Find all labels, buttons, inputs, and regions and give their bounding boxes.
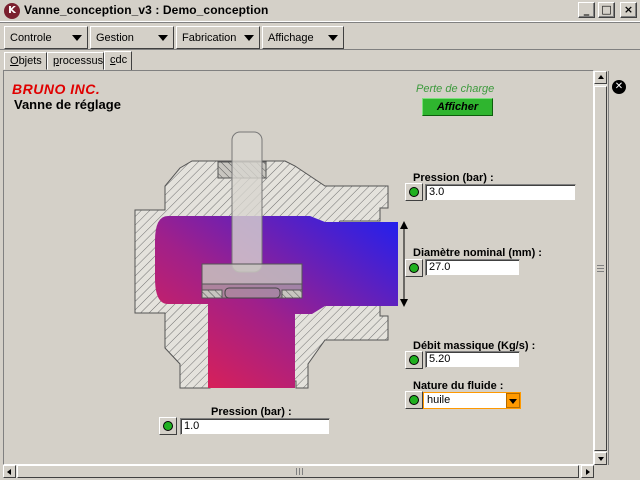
arrow-up-icon: [597, 75, 604, 79]
menu-controle[interactable]: Controle: [4, 26, 88, 49]
debit-status[interactable]: [405, 351, 423, 369]
chevron-down-icon: [328, 35, 338, 41]
pression-out-input[interactable]: 3.0: [425, 184, 576, 201]
maximize-button[interactable]: □: [598, 2, 615, 18]
valve-diagram: [134, 131, 408, 389]
scroll-up-button[interactable]: [594, 71, 607, 84]
tab-processus[interactable]: processus: [47, 52, 104, 70]
chevron-down-icon: [158, 35, 168, 41]
status-dot-icon: [409, 355, 419, 365]
perte-de-charge-label: Perte de charge: [416, 83, 495, 95]
menu-fabrication[interactable]: Fabrication: [176, 26, 260, 49]
scroll-down-button[interactable]: [594, 452, 607, 465]
horizontal-scrollbar[interactable]: [3, 465, 594, 478]
status-dot-icon: [409, 263, 419, 273]
status-dot-icon: [163, 421, 173, 431]
afficher-button[interactable]: Afficher: [422, 98, 493, 116]
window-title: Vanne_conception_v3 : Demo_conception: [24, 3, 269, 17]
arrow-left-icon: [7, 469, 11, 475]
minimize-icon: _: [583, 3, 590, 16]
status-dot-icon: [409, 395, 419, 405]
diametre-label: Diamètre nominal (mm) :: [413, 247, 542, 259]
arrow-down-icon: [597, 457, 604, 461]
diametre-input[interactable]: 27.0: [425, 259, 520, 276]
pression-out-label: Pression (bar) :: [413, 172, 494, 184]
diametre-status[interactable]: [405, 259, 423, 277]
menu-fabrication-label: Fabrication: [182, 32, 237, 44]
close-icon: ×: [623, 3, 634, 16]
tab-objets-label: bjets: [18, 55, 42, 67]
app-icon: K: [4, 3, 20, 19]
vertical-scrollbar[interactable]: [594, 71, 607, 465]
tab-processus-label: rocessus: [59, 55, 104, 67]
menu-controle-label: Controle: [10, 32, 52, 44]
fluide-label: Nature du fluide :: [413, 380, 504, 392]
menu-gestion-label: Gestion: [96, 32, 134, 44]
tab-objets[interactable]: Objets: [4, 52, 47, 70]
pression-in-label: Pression (bar) :: [211, 406, 292, 418]
pression-out-status[interactable]: [405, 183, 423, 201]
pression-in-input[interactable]: 1.0: [180, 418, 330, 435]
fluide-status[interactable]: [405, 391, 423, 409]
chevron-down-icon: [72, 35, 82, 41]
minimize-button[interactable]: _: [578, 2, 595, 18]
menu-affichage[interactable]: Affichage: [262, 26, 344, 49]
arrow-right-icon: [586, 469, 590, 475]
chevron-down-icon: [244, 35, 254, 41]
tab-cdc[interactable]: cdc: [104, 51, 132, 71]
title-bar[interactable]: K Vanne_conception_v3 : Demo_conception …: [0, 0, 640, 22]
tab-cdc-label: dc: [115, 54, 128, 66]
company-name: BRUNO INC.: [12, 81, 101, 97]
maximize-icon: □: [601, 3, 612, 16]
horizontal-scroll-thumb[interactable]: [17, 465, 579, 478]
menu-gestion[interactable]: Gestion: [90, 26, 174, 49]
menu-bar: Controle Gestion Fabrication Affichage: [0, 22, 640, 50]
tab-objets-mnemonic: O: [10, 55, 19, 67]
menu-affichage-label: Affichage: [268, 32, 314, 44]
scroll-right-button[interactable]: [581, 465, 594, 478]
side-pane: [608, 71, 638, 465]
debit-input[interactable]: 5.20: [425, 351, 520, 368]
page-title: Vanne de réglage: [14, 97, 121, 112]
close-button[interactable]: ×: [620, 2, 637, 18]
scroll-left-button[interactable]: [3, 465, 16, 478]
fluide-dropdown-button[interactable]: [506, 393, 520, 408]
pression-in-status[interactable]: [159, 417, 177, 435]
close-panel-icon[interactable]: ✕: [612, 80, 626, 94]
scroll-thumb[interactable]: [594, 86, 607, 451]
chevron-down-icon: [509, 399, 517, 404]
status-dot-icon: [409, 187, 419, 197]
